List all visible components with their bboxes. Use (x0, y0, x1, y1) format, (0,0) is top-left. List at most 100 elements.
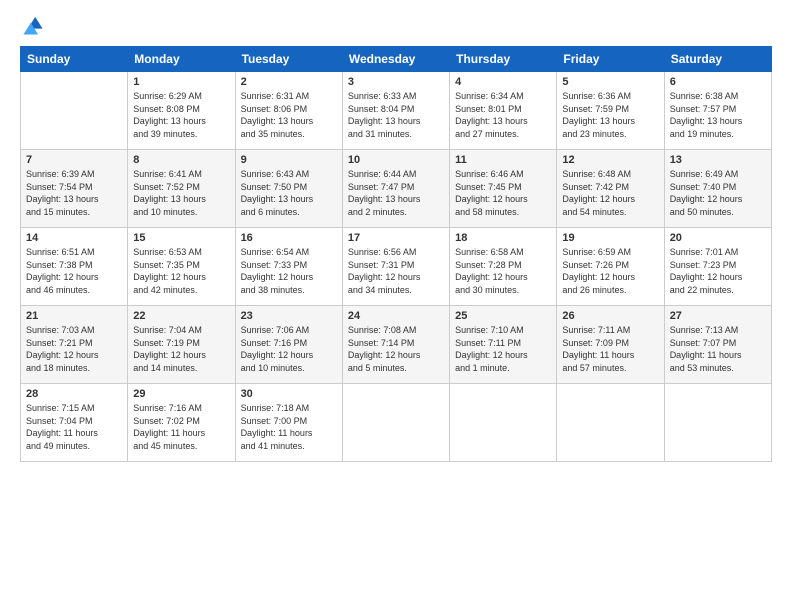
cell-info: Sunrise: 6:49 AM Sunset: 7:40 PM Dayligh… (670, 168, 766, 218)
day-header: Friday (557, 47, 664, 72)
day-number: 1 (133, 76, 229, 88)
cell-info: Sunrise: 7:03 AM Sunset: 7:21 PM Dayligh… (26, 324, 122, 374)
calendar-cell: 13Sunrise: 6:49 AM Sunset: 7:40 PM Dayli… (664, 150, 771, 228)
day-number: 29 (133, 388, 229, 400)
calendar-week-row: 14 Sunrise: 6:51 AM Sunset: 7:38 PM Dayli… (21, 228, 772, 306)
calendar-week-row: 1 Sunrise: 6:29 AM Sunset: 8:08 PM Daylig… (21, 72, 772, 150)
calendar-cell: 1 Sunrise: 6:29 AM Sunset: 8:08 PM Daylig… (128, 72, 235, 150)
day-number: 24 (348, 310, 444, 322)
calendar-cell: 20Sunrise: 7:01 AM Sunset: 7:23 PM Dayli… (664, 228, 771, 306)
cell-info: Sunrise: 6:56 AM Sunset: 7:31 PM Dayligh… (348, 246, 444, 296)
calendar-cell: 10 Sunrise: 6:44 AM Sunset: 7:47 PM Dayli… (342, 150, 449, 228)
logo (20, 22, 44, 36)
day-header: Saturday (664, 47, 771, 72)
cell-info: Sunrise: 6:29 AM Sunset: 8:08 PM Dayligh… (133, 90, 229, 140)
day-number: 2 (241, 76, 337, 88)
calendar-cell: 9 Sunrise: 6:43 AM Sunset: 7:50 PM Daylig… (235, 150, 342, 228)
calendar-week-row: 28 Sunrise: 7:15 AM Sunset: 7:04 PM Dayli… (21, 384, 772, 462)
calendar-cell: 28 Sunrise: 7:15 AM Sunset: 7:04 PM Dayli… (21, 384, 128, 462)
calendar-cell: 3 Sunrise: 6:33 AM Sunset: 8:04 PM Daylig… (342, 72, 449, 150)
header-row: SundayMondayTuesdayWednesdayThursdayFrid… (21, 47, 772, 72)
cell-info: Sunrise: 6:34 AM Sunset: 8:01 PM Dayligh… (455, 90, 551, 140)
day-header: Sunday (21, 47, 128, 72)
day-number: 17 (348, 232, 444, 244)
day-number: 14 (26, 232, 122, 244)
cell-info: Sunrise: 6:48 AM Sunset: 7:42 PM Dayligh… (562, 168, 658, 218)
calendar-cell: 11 Sunrise: 6:46 AM Sunset: 7:45 PM Dayli… (450, 150, 557, 228)
cell-info: Sunrise: 7:15 AM Sunset: 7:04 PM Dayligh… (26, 402, 122, 452)
cell-info: Sunrise: 7:18 AM Sunset: 7:00 PM Dayligh… (241, 402, 337, 452)
calendar-cell: 29 Sunrise: 7:16 AM Sunset: 7:02 PM Dayli… (128, 384, 235, 462)
cell-info: Sunrise: 7:04 AM Sunset: 7:19 PM Dayligh… (133, 324, 229, 374)
cell-info: Sunrise: 7:01 AM Sunset: 7:23 PM Dayligh… (670, 246, 766, 296)
calendar-cell: 12 Sunrise: 6:48 AM Sunset: 7:42 PM Dayli… (557, 150, 664, 228)
cell-info: Sunrise: 6:33 AM Sunset: 8:04 PM Dayligh… (348, 90, 444, 140)
calendar-cell: 21 Sunrise: 7:03 AM Sunset: 7:21 PM Dayli… (21, 306, 128, 384)
calendar-cell: 24Sunrise: 7:08 AM Sunset: 7:14 PM Dayli… (342, 306, 449, 384)
day-number: 10 (348, 154, 444, 166)
day-number: 28 (26, 388, 122, 400)
day-number: 27 (670, 310, 766, 322)
day-number: 26 (562, 310, 658, 322)
cell-info: Sunrise: 6:39 AM Sunset: 7:54 PM Dayligh… (26, 168, 122, 218)
calendar-cell: 25 Sunrise: 7:10 AM Sunset: 7:11 PM Dayli… (450, 306, 557, 384)
header (20, 18, 772, 36)
calendar-page: SundayMondayTuesdayWednesdayThursdayFrid… (0, 0, 792, 612)
day-number: 6 (670, 76, 766, 88)
calendar-cell: 27 Sunrise: 7:13 AM Sunset: 7:07 PM Dayli… (664, 306, 771, 384)
day-number: 4 (455, 76, 551, 88)
cell-info: Sunrise: 6:54 AM Sunset: 7:33 PM Dayligh… (241, 246, 337, 296)
cell-info: Sunrise: 7:11 AM Sunset: 7:09 PM Dayligh… (562, 324, 658, 374)
calendar-cell: 5Sunrise: 6:36 AM Sunset: 7:59 PM Daylig… (557, 72, 664, 150)
day-number: 12 (562, 154, 658, 166)
cell-info: Sunrise: 6:58 AM Sunset: 7:28 PM Dayligh… (455, 246, 551, 296)
cell-info: Sunrise: 6:43 AM Sunset: 7:50 PM Dayligh… (241, 168, 337, 218)
calendar-cell: 4 Sunrise: 6:34 AM Sunset: 8:01 PM Daylig… (450, 72, 557, 150)
calendar-cell: 23Sunrise: 7:06 AM Sunset: 7:16 PM Dayli… (235, 306, 342, 384)
cell-info: Sunrise: 7:16 AM Sunset: 7:02 PM Dayligh… (133, 402, 229, 452)
day-number: 3 (348, 76, 444, 88)
day-number: 15 (133, 232, 229, 244)
day-number: 5 (562, 76, 658, 88)
cell-info: Sunrise: 6:53 AM Sunset: 7:35 PM Dayligh… (133, 246, 229, 296)
calendar-cell: 22Sunrise: 7:04 AM Sunset: 7:19 PM Dayli… (128, 306, 235, 384)
cell-info: Sunrise: 6:44 AM Sunset: 7:47 PM Dayligh… (348, 168, 444, 218)
cell-info: Sunrise: 6:59 AM Sunset: 7:26 PM Dayligh… (562, 246, 658, 296)
cell-info: Sunrise: 7:10 AM Sunset: 7:11 PM Dayligh… (455, 324, 551, 374)
day-number: 8 (133, 154, 229, 166)
day-header: Thursday (450, 47, 557, 72)
calendar-cell: 30 Sunrise: 7:18 AM Sunset: 7:00 PM Dayli… (235, 384, 342, 462)
logo-icon (22, 14, 44, 36)
cell-info: Sunrise: 7:13 AM Sunset: 7:07 PM Dayligh… (670, 324, 766, 374)
calendar-cell (21, 72, 128, 150)
calendar-cell: 6Sunrise: 6:38 AM Sunset: 7:57 PM Daylig… (664, 72, 771, 150)
calendar-cell: 15 Sunrise: 6:53 AM Sunset: 7:35 PM Dayli… (128, 228, 235, 306)
calendar-cell: 14 Sunrise: 6:51 AM Sunset: 7:38 PM Dayli… (21, 228, 128, 306)
day-number: 16 (241, 232, 337, 244)
calendar-cell: 7 Sunrise: 6:39 AM Sunset: 7:54 PM Daylig… (21, 150, 128, 228)
calendar-cell: 2 Sunrise: 6:31 AM Sunset: 8:06 PM Daylig… (235, 72, 342, 150)
cell-info: Sunrise: 6:31 AM Sunset: 8:06 PM Dayligh… (241, 90, 337, 140)
calendar-week-row: 21 Sunrise: 7:03 AM Sunset: 7:21 PM Dayli… (21, 306, 772, 384)
calendar-cell (342, 384, 449, 462)
day-header: Wednesday (342, 47, 449, 72)
cell-info: Sunrise: 6:41 AM Sunset: 7:52 PM Dayligh… (133, 168, 229, 218)
cell-info: Sunrise: 7:06 AM Sunset: 7:16 PM Dayligh… (241, 324, 337, 374)
calendar-cell: 26 Sunrise: 7:11 AM Sunset: 7:09 PM Dayli… (557, 306, 664, 384)
day-number: 7 (26, 154, 122, 166)
cell-info: Sunrise: 6:46 AM Sunset: 7:45 PM Dayligh… (455, 168, 551, 218)
day-header: Monday (128, 47, 235, 72)
day-number: 11 (455, 154, 551, 166)
day-number: 18 (455, 232, 551, 244)
day-number: 21 (26, 310, 122, 322)
day-number: 9 (241, 154, 337, 166)
day-number: 30 (241, 388, 337, 400)
calendar-cell: 16 Sunrise: 6:54 AM Sunset: 7:33 PM Dayli… (235, 228, 342, 306)
calendar-cell (557, 384, 664, 462)
calendar-table: SundayMondayTuesdayWednesdayThursdayFrid… (20, 46, 772, 462)
calendar-week-row: 7 Sunrise: 6:39 AM Sunset: 7:54 PM Daylig… (21, 150, 772, 228)
calendar-cell: 8 Sunrise: 6:41 AM Sunset: 7:52 PM Daylig… (128, 150, 235, 228)
day-number: 25 (455, 310, 551, 322)
cell-info: Sunrise: 6:51 AM Sunset: 7:38 PM Dayligh… (26, 246, 122, 296)
calendar-cell: 19Sunrise: 6:59 AM Sunset: 7:26 PM Dayli… (557, 228, 664, 306)
